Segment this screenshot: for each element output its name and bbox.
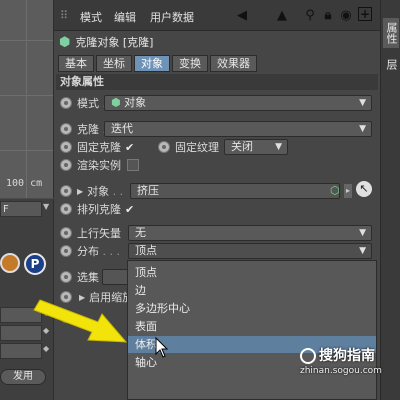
section-header: 对象属性 (56, 74, 378, 90)
tab-coord[interactable]: 坐标 (96, 55, 132, 72)
chevron-down-icon[interactable]: ▼ (43, 202, 51, 211)
attribute-toolbar: ⠿ 模式 编辑 用户数据 ◀ ▲ ⚲ 🔒︎ ◉ + (54, 0, 380, 31)
object-label: 对象 . . (87, 185, 124, 198)
radio-icon[interactable] (60, 141, 72, 153)
side-tab-attributes[interactable]: 属性 (383, 18, 399, 48)
mode-dropdown[interactable]: ⬢ 对象 ▼ (104, 95, 372, 111)
radio-icon[interactable] (158, 141, 170, 153)
3d-viewport[interactable]: 100 cm (0, 0, 54, 198)
pick-arrow-icon[interactable]: ↖ (356, 181, 372, 197)
grid-line (26, 0, 27, 198)
left-field[interactable]: F (0, 201, 42, 217)
object-title-row: ⬢ 克隆对象 [克隆] (59, 33, 153, 51)
tab-bar: 基本 坐标 对象 变换 效果器 (58, 55, 257, 72)
object-link-value: 挤压 (137, 184, 159, 197)
mouse-cursor-icon (155, 337, 169, 358)
arrange-clone-row: 排列克隆 ✔ (60, 200, 134, 218)
option-vertex[interactable]: 顶点 (128, 264, 376, 281)
tab-transform[interactable]: 变换 (172, 55, 208, 72)
up-vector-row: 上行矢量 (60, 224, 121, 242)
viewport-scale-label: 100 cm (6, 178, 43, 189)
fixed-clone-row: 固定克隆 ✔ (60, 138, 134, 156)
expand-triangle-icon[interactable]: ▶ (77, 187, 83, 196)
link-menu-icon[interactable]: ▸ (344, 184, 352, 198)
fixed-texture-value: 关闭 (231, 140, 253, 153)
extrude-icon: ⬡ (330, 184, 340, 197)
object-title: 克隆对象 [克隆] (75, 36, 154, 49)
radio-icon[interactable] (60, 227, 72, 239)
chevron-down-icon: ▼ (359, 98, 366, 108)
fixed-clone-checkbox[interactable]: ✔ (125, 141, 134, 154)
target-icon[interactable]: ◉ (338, 7, 354, 23)
grip-icon[interactable]: ⠿ (60, 9, 68, 22)
cloner-icon: ⬢ (111, 96, 121, 109)
chevron-down-icon: ▼ (275, 142, 282, 152)
chevron-down-icon: ▼ (359, 246, 366, 256)
clone-value: 迭代 (111, 122, 133, 135)
side-tab-strip: 属性 层 (380, 0, 400, 400)
fixed-texture-label: 固定纹理 (175, 141, 219, 154)
clone-dropdown[interactable]: 迭代 ▼ (104, 121, 372, 137)
tab-effectors[interactable]: 效果器 (210, 55, 257, 72)
chevron-down-icon: ▼ (359, 228, 366, 238)
search-icon[interactable]: ⚲ (302, 7, 318, 23)
arrange-clone-checkbox[interactable]: ✔ (125, 203, 134, 216)
arrange-clone-label: 排列克隆 (77, 203, 121, 216)
selection-field[interactable] (102, 269, 130, 285)
lock-icon[interactable]: 🔒︎ (320, 7, 336, 23)
menu-user-data[interactable]: 用户数据 (150, 9, 194, 25)
tab-object[interactable]: 对象 (134, 55, 170, 72)
watermark-text: 搜狗指南 (300, 345, 375, 365)
radio-icon[interactable] (60, 159, 72, 171)
cloner-icon: ⬢ (59, 34, 71, 50)
fixed-clone-label: 固定克隆 (77, 141, 121, 154)
left-field-value: F (3, 204, 9, 215)
render-instance-label: 渲染实例 (77, 159, 121, 172)
apply-button[interactable]: 发用 (0, 369, 46, 385)
object-link-field[interactable]: 挤压 (130, 183, 340, 199)
radio-icon[interactable] (60, 271, 72, 283)
object-link-row: ▶ 对象 . . (60, 182, 123, 200)
sogou-logo-icon (300, 348, 316, 364)
distribution-value: 顶点 (135, 244, 157, 257)
render-instance-row: 渲染实例 (60, 156, 139, 174)
option-polygon-center[interactable]: 多边形中心 (128, 300, 376, 317)
tab-basic[interactable]: 基本 (58, 55, 94, 72)
side-tab-layers[interactable]: 层 (383, 52, 399, 76)
up-vector-label: 上行矢量 (77, 227, 121, 240)
render-instance-checkbox[interactable] (127, 159, 139, 171)
distribution-label: 分布 . . . (77, 245, 120, 258)
distribution-options-list: 顶点 边 多边形中心 表面 体积 轴心 (127, 260, 377, 400)
radio-icon[interactable] (60, 203, 72, 215)
annotation-arrow-icon (33, 299, 128, 343)
new-window-icon[interactable]: + (358, 7, 372, 21)
option-surface[interactable]: 表面 (128, 318, 376, 335)
radio-icon[interactable] (60, 185, 72, 197)
back-arrow-icon[interactable]: ◀ (234, 7, 250, 23)
option-edge[interactable]: 边 (128, 282, 376, 299)
radio-icon[interactable] (60, 97, 72, 109)
up-vector-value: 无 (135, 226, 146, 239)
menu-edit[interactable]: 编辑 (114, 9, 136, 25)
distribution-row: 分布 . . . (60, 242, 120, 260)
fixed-texture-dropdown[interactable]: 关闭 ▼ (224, 139, 288, 155)
parking-icon[interactable]: P (24, 253, 46, 275)
mode-value: 对象 (124, 96, 147, 109)
selection-label: 选集 (77, 271, 99, 284)
up-arrow-icon[interactable]: ▲ (274, 7, 290, 23)
menu-mode[interactable]: 模式 (80, 9, 102, 25)
chevron-down-icon: ▼ (359, 124, 366, 134)
radio-icon[interactable] (60, 245, 72, 257)
reset-icon[interactable] (0, 253, 20, 273)
distribution-dropdown[interactable]: 顶点 ▼ (128, 243, 372, 259)
selection-row: 选集 (60, 268, 99, 286)
radio-icon[interactable] (60, 123, 72, 135)
fixed-texture-row: 固定纹理 (158, 138, 219, 156)
watermark-url: zhinan.sogou.com (300, 366, 382, 376)
up-vector-dropdown[interactable]: 无 ▼ (128, 225, 372, 241)
